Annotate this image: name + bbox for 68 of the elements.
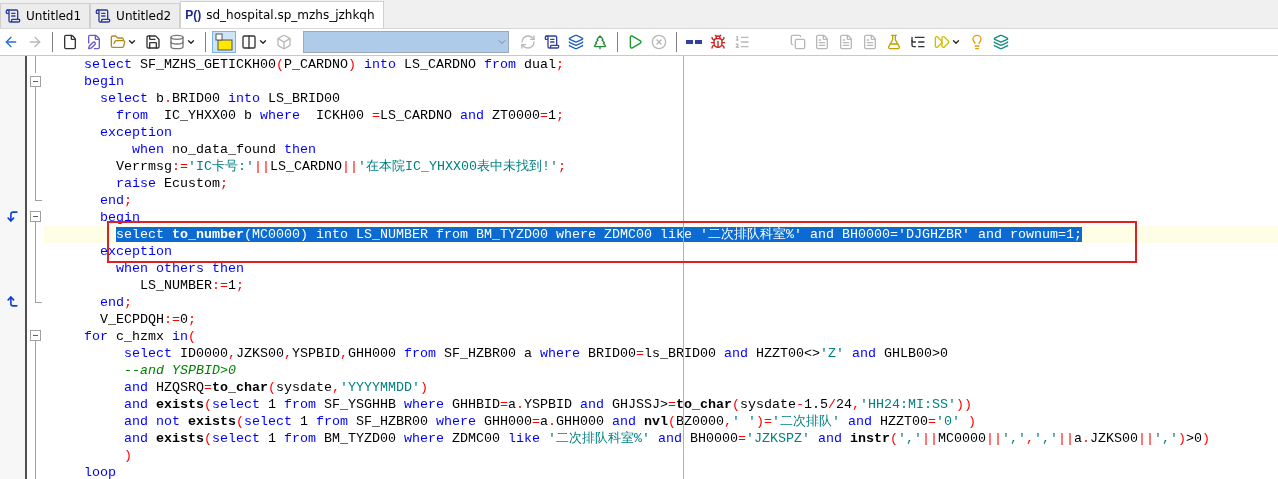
dropdown-caret-icon <box>127 37 137 47</box>
editor-tab[interactable]: Untitled2 <box>90 3 181 28</box>
document-icon <box>862 34 878 50</box>
dropdown-caret-icon <box>258 37 268 47</box>
code-line: for c_hzmx in( <box>83 329 196 344</box>
code-line: select ID0000,JZKS00,YSPBID,GHH000 from SF_HZBR00 a where BRID00=ls_BRID00 and HZZT00<>'Z' and GHLB00>0 <box>122 346 948 361</box>
list-icon <box>734 34 750 50</box>
text-box-icon <box>215 33 233 51</box>
code-line: begin <box>83 74 124 89</box>
code-line: V_ECPDQH:=0; <box>99 312 196 327</box>
text-toggle-button[interactable] <box>212 31 236 53</box>
code-line: and HZQSRQ=to_char(sysdate,'YYYYMMDD') <box>122 380 428 395</box>
code-line: and exists(select 1 from BM_TYZD00 where ZDMC00 like '二次排队科室%' and BH0000='JZKSPZ' and instr(','||MC0000||',',','||a.JZKS00||',')>0) <box>122 431 1210 446</box>
layers-icon <box>993 34 1009 50</box>
jump-up-arrow-icon <box>6 294 19 308</box>
file-edit-icon <box>86 34 102 50</box>
fold-collapse-icon[interactable] <box>30 329 41 341</box>
stack-icon <box>568 34 584 50</box>
code-line: end; <box>99 295 132 310</box>
code-line: and exists(select 1 from SF_YSGHHB where GHHBID=a.YSPBID and GHJSSJ>=to_char(sysdate-1.5/24,'HH24:MI:SS')) <box>122 397 972 412</box>
tab-label: sd_hospital.sp_mzhs_jzhkqh <box>206 8 375 22</box>
code-line: Verrmsg:='IC卡号:'||LS_CARDNO||'在本院IC_YHXX00表中未找到!'; <box>114 159 566 174</box>
procedure-icon: P() <box>185 8 202 22</box>
code-line: select SF_MZHS_GETICKH00(P_CARDNO) into LS_CARDNO from dual; <box>83 57 564 72</box>
code-line: LS_NUMBER:=1; <box>138 278 244 293</box>
fold-collapse-icon[interactable] <box>30 211 41 223</box>
code-line: loop <box>83 465 116 479</box>
document-icon <box>838 34 854 50</box>
code-line: when no_data_found then <box>130 142 316 157</box>
code-line: and not exists(select 1 from SF_HZBR00 where GHH000=a.GHH000 and nvl(BZ0000,' ')='二次排队' and HZZT00='0' ) <box>122 414 976 429</box>
run-icon <box>627 34 643 50</box>
code-line: end; <box>99 193 132 208</box>
code-line: raise Ecustom; <box>114 176 228 191</box>
code-line: --and YSPBID>0 <box>122 363 236 378</box>
cube-icon <box>276 34 292 50</box>
forward-arrow-icon <box>27 34 43 50</box>
editor-tab[interactable]: P() sd_hospital.sp_mzhs_jzhkqh <box>180 1 384 28</box>
columns-icon <box>241 34 257 50</box>
script-icon <box>5 8 21 24</box>
lightbulb-icon <box>969 34 985 50</box>
script-icon <box>544 34 560 50</box>
new-file-icon <box>62 34 78 50</box>
code-line: when others then <box>114 261 244 276</box>
tree-list-icon <box>910 34 926 50</box>
code-line: from IC_YHXX00 b where ICKH00 =LS_CARDNO and ZT0000=1; <box>114 108 564 123</box>
tab-label: Untitled2 <box>116 9 172 23</box>
bug-icon <box>710 34 726 50</box>
save-icon <box>145 34 161 50</box>
script-icon <box>95 8 112 24</box>
stop-icon <box>651 34 667 50</box>
code-line: exception <box>99 125 172 140</box>
editor-tab[interactable]: Untitled1 <box>0 3 91 28</box>
fold-collapse-icon[interactable] <box>30 75 41 87</box>
tree-icon <box>592 34 608 50</box>
database-icon <box>169 34 185 50</box>
dropdown-caret-icon <box>186 37 196 47</box>
dash-icon <box>686 40 702 44</box>
fast-forward-icon <box>934 34 950 50</box>
code-line: ) <box>122 448 132 463</box>
jump-down-arrow-icon <box>6 210 19 224</box>
code-line: select b.BRID00 into LS_BRID00 <box>99 91 340 106</box>
copy-icon <box>790 34 806 50</box>
refresh-icon <box>520 34 536 50</box>
tab-label: Untitled1 <box>26 9 82 23</box>
dropdown-caret-icon <box>951 37 961 47</box>
open-folder-icon <box>110 34 126 50</box>
document-icon <box>814 34 830 50</box>
flask-icon <box>886 34 902 50</box>
